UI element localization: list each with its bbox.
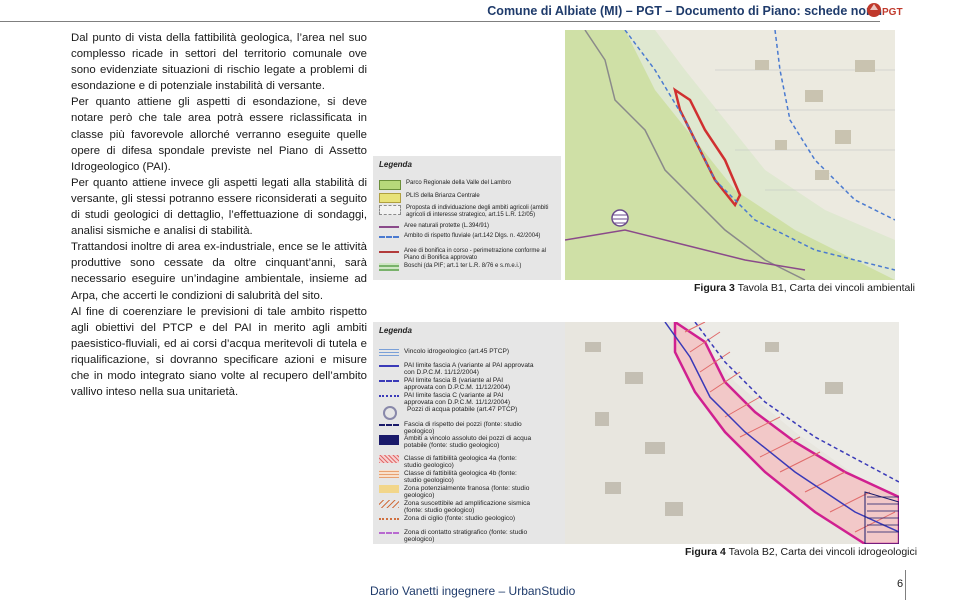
legend-item: PAI limite fascia B (variante al PAI app… — [379, 377, 534, 391]
legend-figure-3: Legenda Parco Regionale della Valle del … — [373, 156, 561, 280]
paragraph: Per quanto attiene invece gli aspetti le… — [71, 176, 367, 238]
legend-item: Zona di ciglio (fonte: studio geologico) — [379, 515, 534, 522]
legend-item: Ambito di rispetto fluviale (art.142 Dlg… — [379, 233, 554, 240]
legend-figure-4: Legenda Vincolo idrogeologico (art.45 PT… — [373, 322, 565, 544]
legend-item: Pozzi di acqua potabile (art.47 PTCP) — [379, 406, 517, 420]
legend-item: Parco Regionale della Valle del Lambro — [379, 180, 511, 190]
legend-item: Zona di contatto stratigrafico (fonte: s… — [379, 529, 534, 543]
paragraph: Trattandosi inoltre di area ex-industria… — [71, 241, 367, 302]
legend-swatch — [379, 365, 399, 367]
legend-swatch — [379, 193, 401, 203]
legend-swatch — [379, 263, 399, 271]
legend-item: Ambiti a vincolo assoluto dei pozzi di a… — [379, 435, 534, 449]
legend-title: Legenda — [379, 160, 412, 169]
svg-text:PGT: PGT — [882, 7, 903, 18]
footer-author: Dario Vanetti ingegnere – UrbanStudio — [370, 584, 576, 598]
legend-title: Legenda — [379, 326, 412, 335]
legend-swatch — [379, 500, 399, 508]
legend-item: Zona suscettibile ad amplificazione sism… — [379, 500, 534, 514]
page-header: Comune di Albiate (MI) – PGT – Documento… — [0, 0, 960, 22]
legend-item: Zona potenzialmente franosa (fonte: stud… — [379, 485, 534, 499]
legend-swatch — [379, 424, 399, 426]
legend-swatch — [379, 455, 399, 463]
legend-item: Classe di fattibilità geologica 4b (font… — [379, 470, 534, 484]
legend-swatch — [379, 251, 399, 253]
legend-swatch — [379, 395, 399, 397]
page-number: 6 — [897, 578, 904, 590]
legend-swatch — [379, 380, 399, 382]
legend-item: PAI limite fascia C (variante al PAI app… — [379, 392, 534, 406]
legend-swatch — [379, 180, 401, 190]
legend-item: Aree naturali protette (L.394/91) — [379, 223, 489, 230]
footer-divider — [905, 570, 906, 600]
legend-swatch — [379, 485, 399, 493]
pgt-logo: PGT — [867, 3, 903, 18]
body-text: Dal punto di vista della fattibilità geo… — [71, 30, 367, 400]
paragraph: Dal punto di vista della fattibilità geo… — [71, 32, 367, 93]
paragraph: Al fine di coerenziare le previsioni di … — [71, 305, 367, 399]
document-title: Comune di Albiate (MI) – PGT – Documento… — [487, 4, 882, 18]
header-rule — [0, 21, 880, 22]
legend-item: Vincolo idrogeologico (art.45 PTCP) — [379, 348, 509, 356]
map-tavola-b2 — [565, 322, 899, 544]
legend-swatch — [379, 236, 399, 238]
figure-3-caption: Figura 3 Tavola B1, Carta dei vincoli am… — [694, 282, 916, 294]
legend-item: PAI limite fascia A (variante al PAI app… — [379, 362, 534, 376]
figure-4-caption: Figura 4 Tavola B2, Carta dei vincoli id… — [685, 546, 918, 558]
legend-swatch — [379, 435, 399, 445]
legend-swatch — [379, 348, 399, 356]
legend-swatch — [379, 532, 399, 534]
legend-item: Classe di fattibilità geologica 4a (font… — [379, 455, 534, 469]
legend-swatch — [379, 518, 399, 520]
legend-item: Aree di bonifica in corso - perimetrazio… — [379, 248, 554, 262]
legend-item: Fascia di rispetto dei pozzi (fonte: stu… — [379, 421, 534, 435]
legend-item: Proposta di individuazione degli ambiti … — [379, 205, 556, 219]
legend-swatch — [379, 226, 399, 228]
legend-item: PLIS della Brianza Centrale — [379, 193, 480, 203]
map-tavola-b1 — [565, 30, 895, 280]
legend-swatch — [379, 205, 401, 215]
legend-swatch — [379, 470, 399, 478]
legend-swatch — [383, 406, 397, 420]
legend-item: Boschi (da PIF; art.1 ter L.R. 8/76 e s.… — [379, 263, 521, 271]
paragraph: Per quanto attiene gli aspetti di esonda… — [71, 96, 367, 173]
